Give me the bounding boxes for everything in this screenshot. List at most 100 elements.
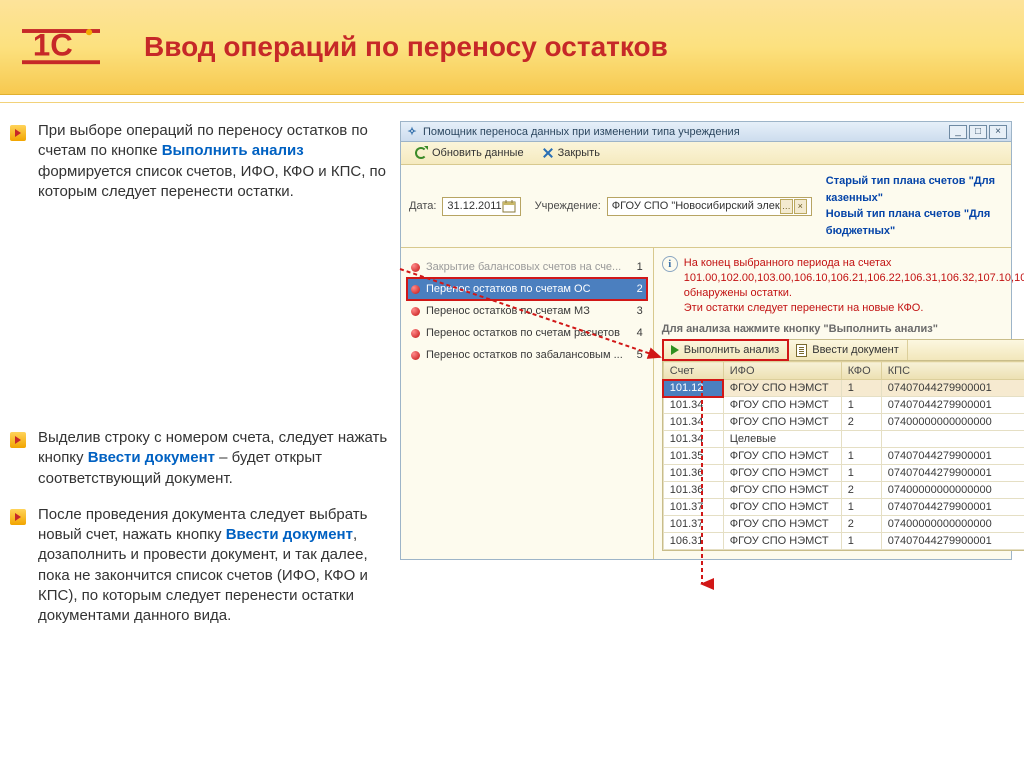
hint-text: Для анализа нажмите кнопку "Выполнить ан… bbox=[662, 323, 1024, 335]
info-icon: i bbox=[662, 256, 678, 272]
grid-header-row: Счет ИФО КФО КПС bbox=[663, 362, 1024, 380]
cell-acct[interactable]: 106.31 bbox=[663, 533, 723, 550]
cell-kps[interactable]: 07400000000000000 bbox=[881, 516, 1024, 533]
logo-1c: 1C bbox=[22, 17, 100, 77]
grid-toolbar: Выполнить анализ Ввести документ bbox=[662, 339, 1024, 361]
col-acct[interactable]: Счет bbox=[663, 362, 723, 380]
cell-ifo[interactable]: ФГОУ СПО НЭМСТ bbox=[723, 414, 841, 431]
col-kfo[interactable]: КФО bbox=[841, 362, 881, 380]
table-row[interactable]: 101.34ФГОУ СПО НЭМСТ107407044279900001 bbox=[663, 397, 1024, 414]
svg-text:1C: 1C bbox=[33, 28, 73, 63]
close-window-button[interactable]: × bbox=[989, 125, 1007, 139]
org-select[interactable]: ФГОУ СПО "Новосибирский электрон … × bbox=[607, 197, 812, 216]
cell-acct[interactable]: 101.37 bbox=[663, 516, 723, 533]
cell-kps[interactable] bbox=[881, 431, 1024, 448]
cell-ifo[interactable]: Целевые bbox=[723, 431, 841, 448]
cell-acct[interactable]: 101.36 bbox=[663, 465, 723, 482]
enter-document-button[interactable]: Ввести документ bbox=[788, 340, 908, 360]
step-dot-icon bbox=[411, 307, 420, 316]
assistant-window: ✧ Помощник переноса данных при изменении… bbox=[400, 121, 1012, 560]
step-number: 3 bbox=[629, 305, 643, 317]
form-row: Дата: 31.12.2011 Учреждение: ФГОУ СПО "Н… bbox=[401, 165, 1011, 243]
cell-acct[interactable]: 101.35 bbox=[663, 448, 723, 465]
cell-kps[interactable]: 07407044279900001 bbox=[881, 499, 1024, 516]
cell-ifo[interactable]: ФГОУ СПО НЭМСТ bbox=[723, 516, 841, 533]
step-label: Перенос остатков по забалансовым ... bbox=[426, 349, 623, 361]
cell-acct[interactable]: 101.34 bbox=[663, 431, 723, 448]
steps-pane: Закрытие балансовых счетов на сче... 1 Пер… bbox=[401, 248, 654, 559]
cell-ifo[interactable]: ФГОУ СПО НЭМСТ bbox=[723, 533, 841, 550]
cell-kps[interactable]: 07400000000000000 bbox=[881, 414, 1024, 431]
step-row[interactable]: Перенос остатков по счетам ОС2 bbox=[407, 278, 647, 300]
cell-kfo[interactable]: 1 bbox=[841, 380, 881, 397]
table-row[interactable]: 101.34Целевые bbox=[663, 431, 1024, 448]
window-toolbar: Обновить данные Закрыть bbox=[401, 142, 1011, 165]
maximize-button[interactable]: □ bbox=[969, 125, 987, 139]
date-input[interactable]: 31.12.2011 bbox=[442, 197, 520, 216]
step-label: Закрытие балансовых счетов на сче... bbox=[426, 261, 623, 273]
cell-kfo[interactable]: 1 bbox=[841, 465, 881, 482]
slide-title: Ввод операций по переносу остатков bbox=[144, 32, 668, 62]
cell-kfo[interactable]: 1 bbox=[841, 397, 881, 414]
window-titlebar[interactable]: ✧ Помощник переноса данных при изменении… bbox=[401, 122, 1011, 142]
cell-kfo[interactable]: 2 bbox=[841, 516, 881, 533]
step-label: Перенос остатков по счетам расчетов bbox=[426, 327, 623, 339]
table-row[interactable]: 101.36ФГОУ СПО НЭМСТ107407044279900001 bbox=[663, 465, 1024, 482]
cell-kps[interactable]: 07407044279900001 bbox=[881, 380, 1024, 397]
cell-kps[interactable]: 07407044279900001 bbox=[881, 465, 1024, 482]
plan-note: Старый тип плана счетов "Для казенных" Н… bbox=[826, 173, 1003, 239]
step-number: 2 bbox=[629, 283, 643, 295]
cell-acct[interactable]: 101.34 bbox=[663, 397, 723, 414]
date-label: Дата: bbox=[409, 200, 436, 212]
cell-ifo[interactable]: ФГОУ СПО НЭМСТ bbox=[723, 380, 841, 397]
step-dot-icon bbox=[411, 329, 420, 338]
refresh-button[interactable]: Обновить данные bbox=[407, 144, 531, 162]
cell-acct[interactable]: 101.36 bbox=[663, 482, 723, 499]
step-number: 1 bbox=[629, 261, 643, 273]
step-row[interactable]: Перенос остатков по счетам МЗ 3 bbox=[407, 300, 647, 322]
text-column: При выборе операций по переносу остатков… bbox=[10, 121, 390, 642]
cell-kfo[interactable]: 1 bbox=[841, 448, 881, 465]
cell-kfo[interactable] bbox=[841, 431, 881, 448]
accounts-grid[interactable]: Счет ИФО КФО КПС 101.12ФГОУ СПО НЭМСТ107… bbox=[662, 361, 1024, 551]
step-row[interactable]: Закрытие балансовых счетов на сче... 1 bbox=[407, 256, 647, 278]
play-icon bbox=[671, 345, 679, 355]
cell-ifo[interactable]: ФГОУ СПО НЭМСТ bbox=[723, 397, 841, 414]
table-row[interactable]: 101.37ФГОУ СПО НЭМСТ207400000000000000 bbox=[663, 516, 1024, 533]
step-label: Перенос остатков по счетам МЗ bbox=[426, 305, 623, 317]
cell-ifo[interactable]: ФГОУ СПО НЭМСТ bbox=[723, 499, 841, 516]
cell-acct[interactable]: 101.34 bbox=[663, 414, 723, 431]
table-row[interactable]: 101.37ФГОУ СПО НЭМСТ107407044279900001 bbox=[663, 499, 1024, 516]
select-x-icon[interactable]: × bbox=[794, 199, 807, 214]
col-kps[interactable]: КПС bbox=[881, 362, 1024, 380]
col-ifo[interactable]: ИФО bbox=[723, 362, 841, 380]
close-button[interactable]: Закрыть bbox=[535, 145, 607, 161]
table-row[interactable]: 101.12ФГОУ СПО НЭМСТ107407044279900001 bbox=[663, 380, 1024, 397]
cell-ifo[interactable]: ФГОУ СПО НЭМСТ bbox=[723, 465, 841, 482]
calendar-icon[interactable] bbox=[502, 199, 516, 213]
table-row[interactable]: 101.35ФГОУ СПО НЭМСТ107407044279900001 bbox=[663, 448, 1024, 465]
cell-kps[interactable]: 07407044279900001 bbox=[881, 448, 1024, 465]
table-row[interactable]: 106.31ФГОУ СПО НЭМСТ107407044279900001 bbox=[663, 533, 1024, 550]
cell-kfo[interactable]: 1 bbox=[841, 499, 881, 516]
step-row[interactable]: Перенос остатков по забалансовым ...5 bbox=[407, 344, 647, 366]
refresh-icon bbox=[414, 146, 428, 160]
window-icon: ✧ bbox=[405, 125, 419, 139]
cell-kps[interactable]: 07400000000000000 bbox=[881, 482, 1024, 499]
table-row[interactable]: 101.34ФГОУ СПО НЭМСТ207400000000000000 bbox=[663, 414, 1024, 431]
select-dots-icon[interactable]: … bbox=[780, 199, 793, 214]
step-row[interactable]: Перенос остатков по счетам расчетов4 bbox=[407, 322, 647, 344]
table-row[interactable]: 101.36ФГОУ СПО НЭМСТ207400000000000000 bbox=[663, 482, 1024, 499]
run-analysis-button[interactable]: Выполнить анализ bbox=[663, 340, 788, 360]
cell-kps[interactable]: 07407044279900001 bbox=[881, 533, 1024, 550]
cell-ifo[interactable]: ФГОУ СПО НЭМСТ bbox=[723, 482, 841, 499]
cell-acct[interactable]: 101.37 bbox=[663, 499, 723, 516]
cell-kfo[interactable]: 2 bbox=[841, 414, 881, 431]
cell-acct[interactable]: 101.12 bbox=[663, 380, 723, 397]
minimize-button[interactable]: _ bbox=[949, 125, 967, 139]
cell-ifo[interactable]: ФГОУ СПО НЭМСТ bbox=[723, 448, 841, 465]
cell-kps[interactable]: 07407044279900001 bbox=[881, 397, 1024, 414]
cell-kfo[interactable]: 2 bbox=[841, 482, 881, 499]
cell-kfo[interactable]: 1 bbox=[841, 533, 881, 550]
org-label: Учреждение: bbox=[535, 200, 601, 212]
